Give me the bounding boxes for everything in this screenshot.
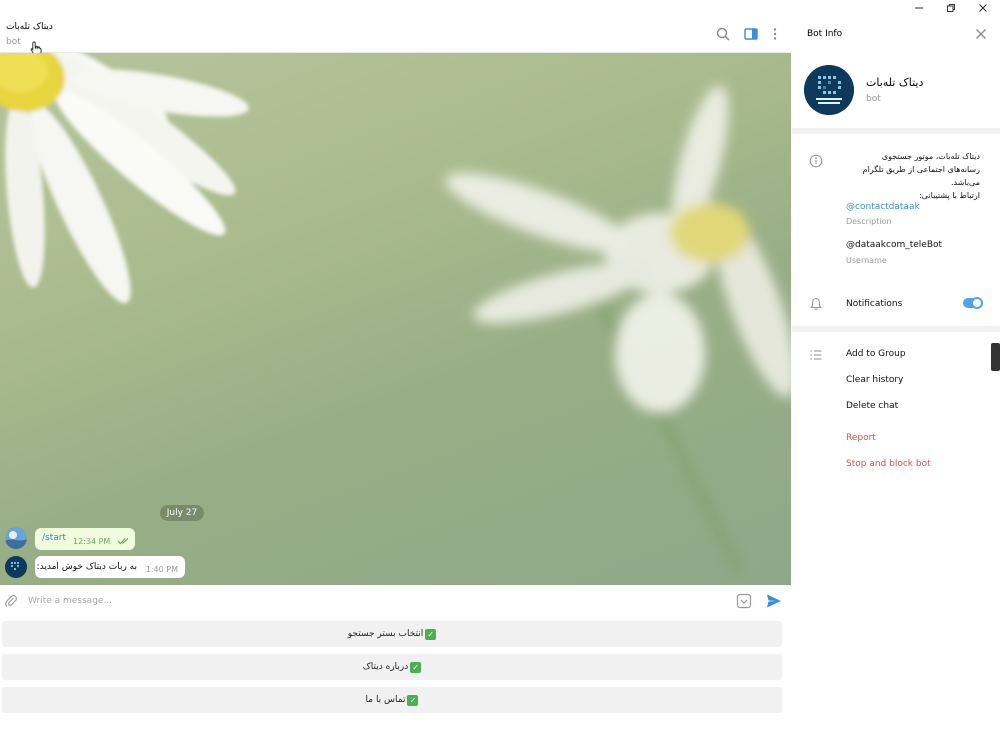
contact-link[interactable]: @contactdataak xyxy=(846,202,920,212)
scrollbar-handle[interactable] xyxy=(991,343,1000,371)
bot-reply-keyboard: ✓ انتخاب بستر جستجو ✓ درباره دیتاک ✓ تماس ب… xyxy=(0,617,791,734)
clear-history-button[interactable]: Clear history xyxy=(846,375,903,385)
username-label: Username xyxy=(846,256,887,265)
date-pill: July 27 xyxy=(160,505,204,521)
keyboard-button-label: درباره دیتاک xyxy=(362,662,409,672)
bot-subtitle: bot xyxy=(866,94,881,104)
more-vertical-icon[interactable] xyxy=(767,26,783,42)
report-button[interactable]: Report xyxy=(846,433,876,443)
toggle-knob xyxy=(971,297,983,309)
section-divider xyxy=(792,128,1000,134)
list-icon xyxy=(810,350,822,360)
description-line: دیتاک تله‌بات، موتور جستجوی xyxy=(881,152,980,161)
search-icon[interactable] xyxy=(715,26,731,42)
keyboard-button-about[interactable]: ✓ درباره دیتاک xyxy=(2,654,782,680)
close-icon xyxy=(979,4,987,12)
description-line: رسانه‌های اجتماعی از طریق تلگرام xyxy=(862,165,980,174)
add-to-group-button[interactable]: Add to Group xyxy=(846,349,906,359)
check-mark-icon: ✓ xyxy=(410,661,422,673)
bot-avatar[interactable] xyxy=(804,65,854,115)
chat-header[interactable]: دیتاک تله‌بات bot xyxy=(0,16,791,56)
minimize-icon xyxy=(915,7,923,9)
stop-and-block-bot-button[interactable]: Stop and block bot xyxy=(846,459,931,469)
bot-avatar-small[interactable] xyxy=(5,556,27,578)
sidebar-toggle-icon[interactable] xyxy=(743,26,759,42)
double-check-icon xyxy=(117,538,129,545)
panel-close-button[interactable] xyxy=(973,26,989,42)
send-icon[interactable] xyxy=(766,593,782,609)
check-mark-icon: ✓ xyxy=(407,694,419,706)
notifications-toggle[interactable] xyxy=(963,297,983,309)
message-input[interactable] xyxy=(28,594,718,608)
restore-icon xyxy=(947,4,955,12)
message-text[interactable]: /start xyxy=(42,533,66,543)
restore-button[interactable] xyxy=(936,0,966,16)
notifications-label: Notifications xyxy=(846,299,903,309)
info-icon xyxy=(809,154,823,168)
bot-logo-icon xyxy=(5,556,27,578)
chat-area: دیتاک تله‌بات bot xyxy=(0,16,791,734)
section-divider xyxy=(792,326,1000,332)
chat-background: July 27 /start 12:34 PM به ربات دیتاک خو… xyxy=(0,53,791,585)
window-titlebar xyxy=(0,0,1000,16)
user-avatar[interactable] xyxy=(5,527,27,549)
keyboard-button-contact[interactable]: ✓ تماس با ما xyxy=(2,687,782,713)
attach-icon[interactable] xyxy=(4,594,18,608)
message-time: 12:34 PM xyxy=(73,537,111,546)
description-line: می‌باشد. xyxy=(950,178,980,187)
description-line: ارتباط با پشتیبانی: xyxy=(919,191,980,200)
keyboard-button-label: تماس با ما xyxy=(365,695,406,705)
message-time: 1:40 PM xyxy=(145,565,178,574)
bell-icon xyxy=(810,297,822,310)
message-bubble-incoming[interactable]: به ربات دیتاک خوش امدید: 1:40 PM xyxy=(35,556,185,578)
panel-title: Bot Info xyxy=(807,29,843,39)
close-icon xyxy=(976,29,986,39)
message-bubble-outgoing[interactable]: /start 12:34 PM xyxy=(35,528,135,550)
bot-logo-icon xyxy=(804,65,854,115)
keyboard-button-search-platform[interactable]: ✓ انتخاب بستر جستجو xyxy=(2,621,782,647)
description-label: Description xyxy=(846,217,892,226)
bot-info-panel: Bot Info دیتاک تله‌بات bot دیتاک تله‌بات… xyxy=(792,16,1000,718)
chat-title[interactable]: دیتاک تله‌بات xyxy=(6,22,53,32)
chat-subtitle: bot xyxy=(6,37,21,47)
bot-username[interactable]: @dataakcom_teleBot xyxy=(846,240,942,250)
close-window-button[interactable] xyxy=(968,0,998,16)
bot-keyboard-icon[interactable] xyxy=(736,593,752,609)
message-text[interactable]: به ربات دیتاک خوش امدید: xyxy=(37,562,137,572)
message-composer xyxy=(0,585,791,617)
minimize-button[interactable] xyxy=(904,0,934,16)
bot-description: دیتاک تله‌بات، موتور جستجوی رسانه‌های اج… xyxy=(846,150,980,202)
daisy-wallpaper xyxy=(0,53,791,576)
check-mark-icon: ✓ xyxy=(425,628,437,640)
bot-name: دیتاک تله‌بات xyxy=(866,76,924,89)
keyboard-button-label: انتخاب بستر جستجو xyxy=(347,629,424,639)
user-avatar-image xyxy=(5,527,27,549)
delete-chat-button[interactable]: Delete chat xyxy=(846,401,898,411)
